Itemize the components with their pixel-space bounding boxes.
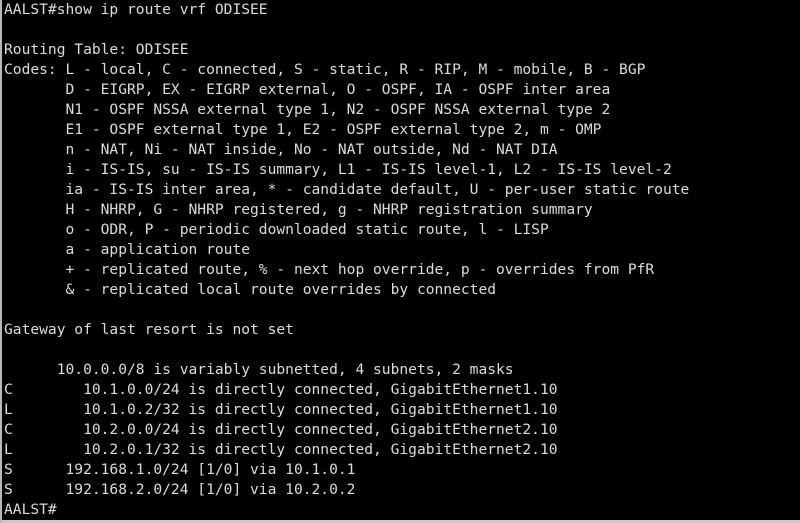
terminal-line-blank-2 [4,300,689,320]
terminal-line-route-2: L 10.1.0.2/32 is directly connected, Gig… [4,401,558,418]
terminal-line-command: AALST#show ip route vrf ODISEE [4,1,268,18]
terminal-line-codes-4: E1 - OSPF external type 1, E2 - OSPF ext… [4,121,602,138]
terminal-line-gateway: Gateway of last resort is not set [4,321,294,338]
terminal-line-codes-1: Codes: L - local, C - connected, S - sta… [4,61,646,78]
terminal-line-codes-12: & - replicated local route overrides by … [4,281,497,298]
terminal-line-codes-7: ia - IS-IS inter area, * - candidate def… [4,181,690,198]
terminal-line-codes-3: N1 - OSPF NSSA external type 1, N2 - OSP… [4,101,611,118]
terminal-line-codes-11: + - replicated route, % - next hop overr… [4,261,655,278]
terminal-line-routing-table-header: Routing Table: ODISEE [4,41,189,58]
terminal-line-route-4: L 10.2.0.1/32 is directly connected, Gig… [4,441,558,458]
terminal-line-subnet-summary: 10.0.0.0/8 is variably subnetted, 4 subn… [4,361,514,378]
terminal-line-codes-9: o - ODR, P - periodic downloaded static … [4,221,549,238]
terminal-output-area[interactable]: AALST#show ip route vrf ODISEE Routing Ta… [2,0,689,520]
terminal-line-route-5: S 192.168.1.0/24 [1/0] via 10.1.0.1 [4,461,356,478]
terminal-line-codes-10: a - application route [4,241,251,258]
terminal-line-blank-3 [4,340,689,360]
terminal-window[interactable]: AALST#show ip route vrf ODISEE Routing Ta… [0,0,800,523]
terminal-line-codes-2: D - EIGRP, EX - EIGRP external, O - OSPF… [4,81,611,98]
terminal-line-route-1: C 10.1.0.0/24 is directly connected, Gig… [4,381,558,398]
terminal-line-codes-5: n - NAT, Ni - NAT inside, No - NAT outsi… [4,141,558,158]
terminal-line-route-3: C 10.2.0.0/24 is directly connected, Gig… [4,421,558,438]
terminal-line-codes-6: i - IS-IS, su - IS-IS summary, L1 - IS-I… [4,161,672,178]
terminal-line-codes-8: H - NHRP, G - NHRP registered, g - NHRP … [4,201,593,218]
terminal-line-final-prompt: AALST# [4,501,57,518]
terminal-line-route-6: S 192.168.2.0/24 [1/0] via 10.2.0.2 [4,481,356,498]
